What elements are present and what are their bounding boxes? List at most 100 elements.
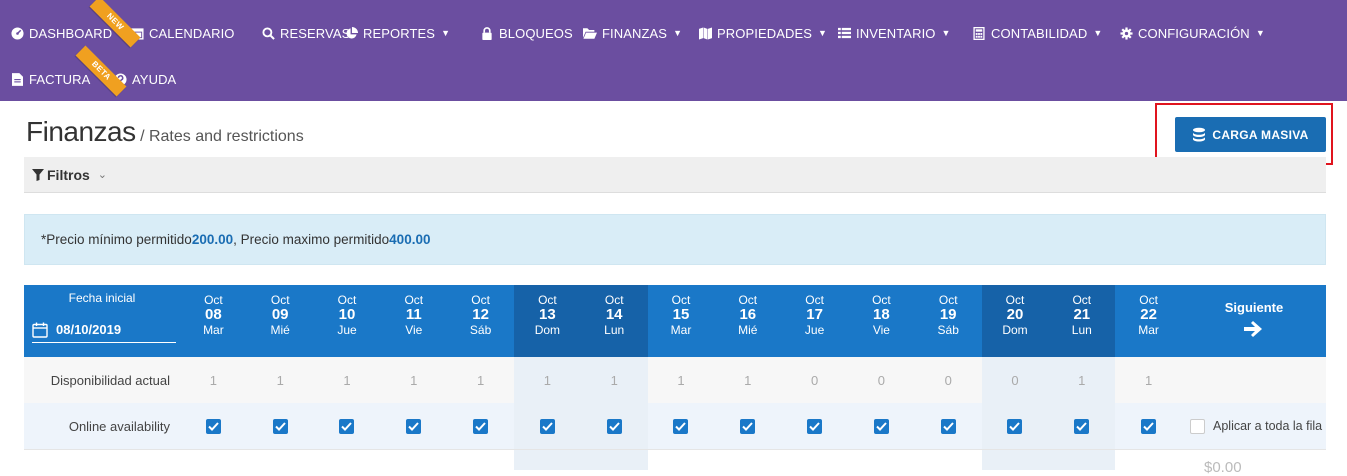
online-availability-checkbox[interactable] xyxy=(873,418,889,434)
date-day: 13 xyxy=(539,306,556,323)
checkmark-icon xyxy=(809,421,820,431)
caret-down-icon: ▼ xyxy=(1255,28,1265,38)
chevron-down-icon: ⌄ xyxy=(97,169,107,181)
online-availability-checkbox[interactable] xyxy=(606,418,622,434)
calculator-icon xyxy=(972,26,986,40)
checkmark-icon xyxy=(608,421,620,431)
nav-label: PROPIEDADES xyxy=(717,25,813,41)
date-weekday: Dom xyxy=(1002,323,1028,337)
date-month: Oct xyxy=(404,293,424,307)
nav-configuracion[interactable]: CONFIGURACIÓN ▼ xyxy=(1119,26,1265,41)
online-availability-checkbox[interactable] xyxy=(940,418,956,434)
price-cell[interactable] xyxy=(580,450,648,470)
calendar-icon xyxy=(32,322,48,338)
online-availability-checkbox[interactable] xyxy=(339,418,355,434)
checkmark-icon xyxy=(1076,421,1088,431)
online-availability-cell xyxy=(714,403,781,449)
online-availability-cell xyxy=(247,403,314,449)
dashboard-icon xyxy=(10,26,24,40)
price-cell[interactable] xyxy=(981,450,1049,470)
fecha-inicial-cell: Fecha inicial 08/10/2019 xyxy=(24,285,180,357)
nav-bloqueos[interactable]: BLOQUEOS xyxy=(480,26,573,41)
date-weekday: Lun xyxy=(604,323,625,337)
availability-cell: 0 xyxy=(877,372,886,388)
nav-inventario[interactable]: INVENTARIO ▼ xyxy=(837,26,951,41)
online-availability-checkbox[interactable] xyxy=(1007,418,1023,434)
apply-row-label: Aplicar a toda la fila xyxy=(1213,419,1323,433)
fecha-inicial-value: 08/10/2019 xyxy=(56,322,122,337)
date-weekday: Sáb xyxy=(469,323,492,337)
nav-label: CONFIGURACIÓN xyxy=(1138,25,1250,41)
filters-toggle[interactable]: Filtros ⌄ xyxy=(24,157,1326,193)
file-icon xyxy=(10,72,24,86)
disponibilidad-row: Disponibilidad actual 111111111000011 xyxy=(24,357,1326,403)
availability-cell: 1 xyxy=(1048,357,1116,403)
date-month: Oct xyxy=(604,293,624,307)
filters-label: Filtros xyxy=(47,166,90,183)
online-availability-checkbox[interactable] xyxy=(272,418,288,434)
date-day: 09 xyxy=(271,306,289,323)
date-header-cell: Oct 17 Jue xyxy=(781,285,848,357)
checkmark-icon xyxy=(208,421,219,431)
availability-cell: 1 xyxy=(476,372,485,388)
date-weekday: Mar xyxy=(1138,323,1159,337)
online-availability-checkbox[interactable] xyxy=(1141,418,1157,434)
online-availability-checkbox[interactable] xyxy=(205,418,221,434)
carga-masiva-button[interactable]: CARGA MASIVA xyxy=(1175,117,1326,152)
date-header-cell: Oct 15 Mar xyxy=(648,285,715,357)
checkmark-icon xyxy=(274,421,286,431)
date-day: 21 xyxy=(1073,306,1091,323)
nav-reservas[interactable]: RESERVAS xyxy=(261,26,350,41)
online-availability-cell xyxy=(981,403,1049,449)
date-day: 16 xyxy=(739,306,757,323)
price-cell[interactable] xyxy=(514,450,581,470)
date-month: Oct xyxy=(938,293,958,307)
nav-contabilidad[interactable]: CONTABILIDAD ▼ xyxy=(972,26,1102,41)
date-month: Oct xyxy=(1072,293,1092,307)
siguiente-button[interactable]: Siguiente xyxy=(1182,285,1326,357)
date-day: 18 xyxy=(873,306,890,323)
online-availability-cell xyxy=(580,403,648,449)
date-weekday: Dom xyxy=(534,323,561,337)
online-availability-checkbox[interactable] xyxy=(740,418,756,434)
nav-label: FINANZAS xyxy=(602,25,668,41)
online-availability-cell xyxy=(848,403,915,449)
online-availability-checkbox[interactable] xyxy=(1074,418,1090,434)
caret-down-icon: ▼ xyxy=(818,28,828,38)
date-month: Oct xyxy=(337,293,357,307)
online-availability-cell xyxy=(514,403,581,449)
date-day: 19 xyxy=(939,306,957,323)
price-cell[interactable] xyxy=(1048,450,1116,470)
date-day: 10 xyxy=(338,306,356,323)
online-availability-checkbox[interactable] xyxy=(473,418,489,434)
date-month: Oct xyxy=(471,293,490,307)
fecha-inicial-input[interactable]: 08/10/2019 xyxy=(32,317,176,343)
nav-finanzas[interactable]: FINANZAS ▼ xyxy=(583,26,682,41)
apply-row-checkbox[interactable]: Aplicar a toda la fila xyxy=(1190,403,1322,449)
caret-down-icon: ▼ xyxy=(673,28,683,38)
online-availability-cell xyxy=(648,403,715,449)
online-availability-checkbox[interactable] xyxy=(406,418,422,434)
nav-factura[interactable]: FACTURA xyxy=(10,72,90,87)
date-header-cell: Oct 20 Dom xyxy=(981,285,1049,357)
online-availability-checkbox[interactable] xyxy=(539,418,555,434)
online-availability-checkbox[interactable] xyxy=(673,418,689,434)
page-title: Finanzas / Rates and restrictions xyxy=(26,116,304,148)
date-month: Oct xyxy=(204,293,223,307)
date-weekday: Vie xyxy=(405,323,423,337)
availability-cell: 0 xyxy=(810,372,819,388)
date-month: Oct xyxy=(1139,293,1158,307)
fecha-inicial-label: Fecha inicial xyxy=(68,291,136,305)
nav-label: FACTURA xyxy=(29,71,91,87)
nav-calendario[interactable]: CALENDARIO xyxy=(130,26,235,41)
nav-propiedades[interactable]: PROPIEDADES ▼ xyxy=(698,26,827,41)
date-header-cell: Oct 12 Sáb xyxy=(447,285,514,357)
online-availability-checkbox[interactable] xyxy=(807,418,823,434)
online-availability-cell xyxy=(1048,403,1116,449)
nav-reportes[interactable]: REPORTES ▼ xyxy=(344,26,450,41)
date-header-cell: Oct 18 Vie xyxy=(848,285,915,357)
online-availability-cell xyxy=(380,403,447,449)
availability-cell: 1 xyxy=(744,372,752,388)
nav-dashboard[interactable]: DASHBOARD xyxy=(10,26,112,41)
alert-prefix: *Precio mínimo permitido xyxy=(41,232,192,247)
